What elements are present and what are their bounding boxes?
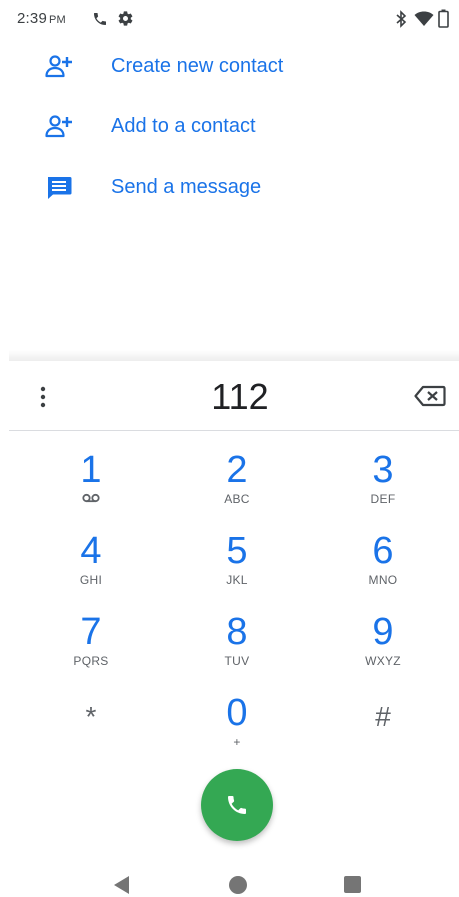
home-icon[interactable] <box>229 876 247 894</box>
add-to-contact-action[interactable]: Add to a contact <box>0 101 459 151</box>
call-button[interactable] <box>201 769 273 841</box>
key-digit: 9 <box>372 611 394 653</box>
dialpad-key-8[interactable]: 8 TUV <box>182 611 292 683</box>
backspace-icon[interactable] <box>414 384 446 408</box>
dialpad-key-1[interactable]: 1 <box>36 449 146 521</box>
key-digit: 7 <box>80 611 102 653</box>
dialpad-key-3[interactable]: 3 DEF <box>328 449 438 521</box>
key-letters: TUV <box>224 654 250 668</box>
key-digit: 0 <box>226 692 248 734</box>
key-symbol: * <box>85 701 97 732</box>
dialpad-key-pound[interactable]: # <box>328 692 438 764</box>
key-digit: 8 <box>226 611 248 653</box>
add-person-icon <box>45 55 72 78</box>
battery-icon <box>438 9 449 28</box>
dialpad-key-6[interactable]: 6 MNO <box>328 530 438 602</box>
key-letters: DEF <box>370 492 396 506</box>
back-icon[interactable] <box>112 875 132 895</box>
status-time: 2:39 PM <box>17 10 66 27</box>
dialpad-divider <box>9 430 459 431</box>
key-letters: MNO <box>368 573 398 587</box>
phone-icon <box>228 796 246 814</box>
key-digit: 6 <box>372 530 394 572</box>
key-letters: PQRS <box>73 654 109 668</box>
dialpad-key-9[interactable]: 9 WXYZ <box>328 611 438 683</box>
key-letters: ABC <box>224 492 250 506</box>
add-person-icon <box>45 115 72 138</box>
key-letters: + <box>233 735 241 749</box>
dialpad-key-0[interactable]: 0 + <box>182 692 292 764</box>
dialpad-key-4[interactable]: 4 GHI <box>36 530 146 602</box>
status-bar: 2:39 PM <box>0 0 459 36</box>
gear-icon <box>118 11 133 26</box>
dialed-number-display[interactable]: 112 <box>90 372 390 422</box>
create-new-contact-label: Create new contact <box>111 55 284 77</box>
message-icon <box>48 177 72 199</box>
key-digit: 3 <box>372 449 394 491</box>
key-letters: GHI <box>79 573 103 587</box>
key-symbol: # <box>375 701 391 732</box>
phone-icon <box>94 13 106 25</box>
key-digit: 5 <box>226 530 248 572</box>
create-new-contact-action[interactable]: Create new contact <box>0 41 459 91</box>
dialpad-key-5[interactable]: 5 JKL <box>182 530 292 602</box>
send-message-action[interactable]: Send a message <box>0 162 459 212</box>
status-time-value: 2:39 <box>17 10 47 27</box>
more-options-icon[interactable] <box>37 385 49 409</box>
bluetooth-icon <box>396 10 407 28</box>
send-message-label: Send a message <box>111 176 262 198</box>
dialpad-key-2[interactable]: 2 ABC <box>182 449 292 521</box>
dialpad-key-7[interactable]: 7 PQRS <box>36 611 146 683</box>
add-to-contact-label: Add to a contact <box>111 115 256 137</box>
key-digit: 1 <box>80 449 102 491</box>
status-time-ampm: PM <box>49 14 66 26</box>
wifi-icon <box>414 11 434 26</box>
key-digit: 2 <box>226 449 248 491</box>
key-letters: WXYZ <box>365 654 401 668</box>
recent-apps-icon[interactable] <box>344 876 361 893</box>
key-digit: 4 <box>80 530 102 572</box>
voicemail-icon <box>82 493 100 503</box>
key-letters: JKL <box>226 573 248 587</box>
dialpad-key-star[interactable]: * <box>36 692 146 764</box>
